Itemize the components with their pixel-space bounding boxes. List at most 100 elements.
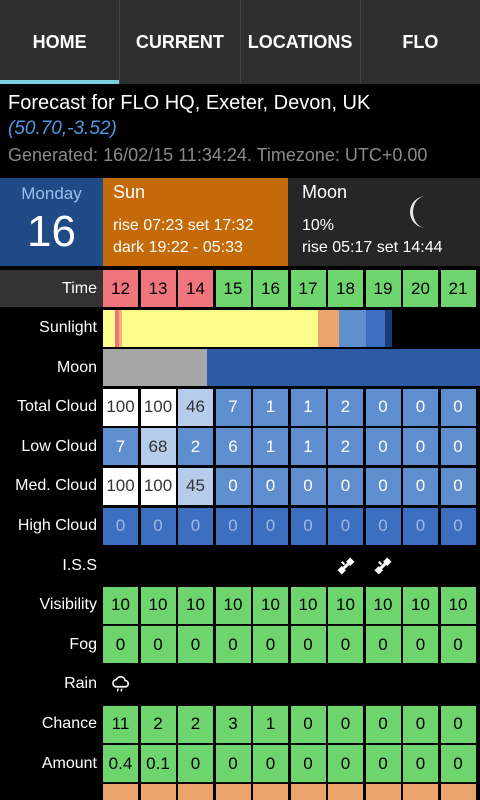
chance-cell: 0 bbox=[290, 705, 326, 743]
amount-cell: 0 bbox=[290, 745, 326, 783]
med-cloud-row: Med. Cloud 100 100 45 0 0 0 0 0 0 0 bbox=[0, 467, 480, 505]
med-cloud-cells: 100 100 45 0 0 0 0 0 0 0 bbox=[103, 467, 480, 505]
low-cloud-cells: 7 68 2 6 1 1 2 0 0 0 bbox=[103, 428, 480, 466]
tab-home[interactable]: HOME bbox=[0, 0, 120, 84]
satellite-icon[interactable] bbox=[328, 547, 363, 584]
day-name: Monday bbox=[21, 184, 82, 203]
fog-cell: 0 bbox=[140, 626, 176, 664]
visibility-cell: 10 bbox=[440, 586, 476, 624]
total-cloud-cells: 100 100 46 7 1 1 2 0 0 0 bbox=[103, 388, 480, 426]
chance-cell: 0 bbox=[440, 705, 476, 743]
total-cloud-cell: 1 bbox=[253, 388, 288, 426]
forecast-header: Forecast for FLO HQ, Exeter, Devon, UK (… bbox=[0, 84, 480, 174]
amount-cell: 0 bbox=[178, 745, 213, 783]
row-label: Time bbox=[0, 270, 103, 307]
total-cloud-cell: 0 bbox=[403, 388, 438, 426]
med-cloud-cell: 0 bbox=[253, 467, 288, 505]
fog-cells: 0000000000 bbox=[103, 626, 480, 664]
coordinates-link[interactable]: (50.70,-3.52) bbox=[8, 116, 472, 142]
total-cloud-cell: 0 bbox=[365, 388, 401, 426]
tab-locations[interactable]: LOCATIONS bbox=[239, 0, 360, 84]
next-row-strip bbox=[103, 784, 480, 800]
rain-row: Rain bbox=[0, 666, 480, 703]
chance-cell: 2 bbox=[140, 705, 176, 743]
high-cloud-cell: 0 bbox=[403, 507, 438, 545]
day-box: Monday 16 bbox=[0, 178, 103, 266]
high-cloud-cell: 0 bbox=[365, 507, 401, 545]
row-label: Fog bbox=[69, 635, 97, 653]
tab-current[interactable]: CURRENT bbox=[119, 0, 239, 84]
fog-cell: 0 bbox=[253, 626, 288, 664]
row-label: Sunlight bbox=[39, 319, 97, 337]
hour-cell: 21 bbox=[440, 270, 476, 307]
sunlight-bar bbox=[103, 309, 480, 347]
low-cloud-cell: 0 bbox=[365, 428, 401, 466]
total-cloud-cell: 46 bbox=[178, 388, 213, 426]
med-cloud-cell: 0 bbox=[440, 467, 476, 505]
med-cloud-cell: 0 bbox=[403, 467, 438, 505]
amount-cell: 0.4 bbox=[103, 745, 138, 783]
satellite-icon[interactable] bbox=[366, 547, 401, 584]
hour-cell: 15 bbox=[215, 270, 251, 307]
generated-text: Generated: 16/02/15 11:34:24. Timezone: … bbox=[8, 145, 428, 165]
row-label: Rain bbox=[64, 675, 97, 693]
med-cloud-cell: 0 bbox=[215, 467, 251, 505]
fog-cell: 0 bbox=[178, 626, 213, 664]
total-cloud-row: Total Cloud 100 100 46 7 1 1 2 0 0 0 bbox=[0, 388, 480, 426]
amount-cell: 0 bbox=[440, 745, 476, 783]
low-cloud-cell: 0 bbox=[403, 428, 438, 466]
forecast-title: Forecast for FLO HQ, Exeter, Devon, UK bbox=[8, 92, 371, 114]
med-cloud-cell: 100 bbox=[140, 467, 176, 505]
chance-cell: 0 bbox=[365, 705, 401, 743]
hour-cell: 14 bbox=[178, 270, 213, 307]
high-cloud-cell: 0 bbox=[328, 507, 363, 545]
row-label: Total Cloud bbox=[16, 398, 97, 416]
row-label: High Cloud bbox=[17, 517, 97, 535]
med-cloud-cell: 0 bbox=[290, 467, 326, 505]
med-cloud-cell: 0 bbox=[328, 467, 363, 505]
fog-cell: 0 bbox=[290, 626, 326, 664]
moon-bar bbox=[103, 349, 480, 387]
hour-cell: 19 bbox=[365, 270, 401, 307]
high-cloud-cell: 0 bbox=[440, 507, 476, 545]
visibility-cell: 10 bbox=[290, 586, 326, 624]
amount-cells: 0.4 0.1 0 0 0 0 0 0 0 0 bbox=[103, 745, 480, 783]
med-cloud-cell: 0 bbox=[365, 467, 401, 505]
row-label: Visibility bbox=[39, 596, 98, 614]
time-row: Time 12 13 14 15 16 17 18 19 20 21 bbox=[0, 270, 480, 307]
hour-cell: 12 bbox=[103, 270, 138, 307]
total-cloud-cell: 1 bbox=[290, 388, 326, 426]
total-cloud-cell: 100 bbox=[140, 388, 176, 426]
rain-cells bbox=[103, 666, 480, 703]
moon-panel: Moon 10% rise 05:17 set 14:44 bbox=[288, 178, 480, 266]
low-cloud-cell: 2 bbox=[178, 428, 213, 466]
chance-cell: 2 bbox=[178, 705, 213, 743]
high-cloud-cells: 0000000000 bbox=[103, 507, 480, 545]
amount-cell: 0 bbox=[253, 745, 288, 783]
high-cloud-cell: 0 bbox=[178, 507, 213, 545]
sun-panel: Sun rise 07:23 set 17:32 dark 19:22 - 05… bbox=[103, 178, 288, 266]
amount-row: Amount 0.4 0.1 0 0 0 0 0 0 0 0 bbox=[0, 745, 480, 783]
total-cloud-cell: 7 bbox=[215, 388, 251, 426]
chance-cell: 0 bbox=[328, 705, 363, 743]
rain-cloud-icon[interactable] bbox=[103, 666, 138, 703]
low-cloud-cell: 1 bbox=[253, 428, 288, 466]
visibility-cell: 10 bbox=[365, 586, 401, 624]
amount-cell: 0 bbox=[328, 745, 363, 783]
total-cloud-cell: 2 bbox=[328, 388, 363, 426]
tab-flo[interactable]: FLO bbox=[359, 0, 480, 84]
sunlight-row: Sunlight bbox=[0, 309, 480, 347]
low-cloud-cell: 1 bbox=[290, 428, 326, 466]
fog-row: Fog 0000000000 bbox=[0, 626, 480, 664]
visibility-cell: 10 bbox=[328, 586, 363, 624]
high-cloud-cell: 0 bbox=[140, 507, 176, 545]
visibility-cell: 10 bbox=[178, 586, 213, 624]
visibility-cell: 10 bbox=[103, 586, 138, 624]
hour-cell: 20 bbox=[403, 270, 438, 307]
low-cloud-row: Low Cloud 7 68 2 6 1 1 2 0 0 0 bbox=[0, 428, 480, 466]
hour-cell: 13 bbox=[140, 270, 176, 307]
iss-cells bbox=[103, 547, 480, 584]
moon-phase: 10% bbox=[302, 217, 335, 234]
med-cloud-cell: 100 bbox=[103, 467, 138, 505]
moon-row: Moon bbox=[0, 349, 480, 387]
